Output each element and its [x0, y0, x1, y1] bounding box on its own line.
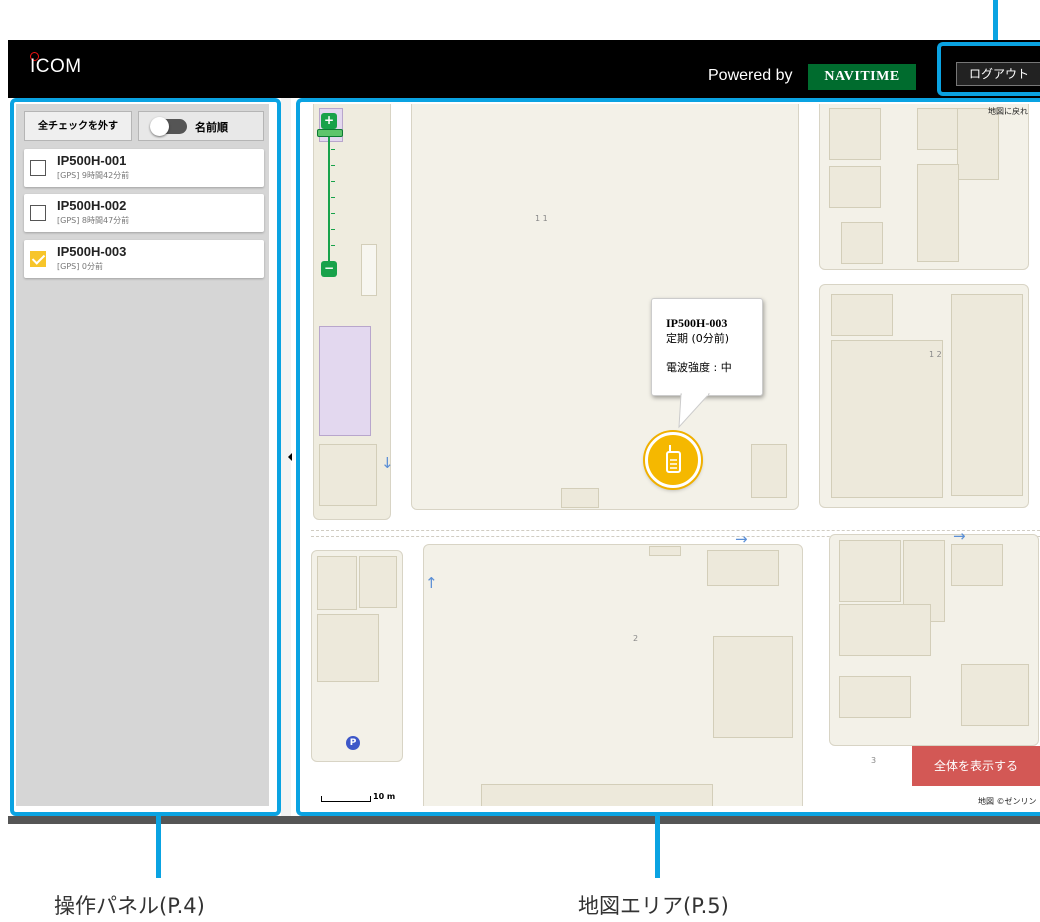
callout-line-map [655, 816, 660, 878]
caption-operation-panel: 操作パネル(P.4) [54, 894, 205, 918]
callout-line-panel [156, 816, 161, 878]
icom-logo: ICOM [30, 56, 82, 77]
app-header: ICOM Powered by NAVITIME ログアウト [8, 40, 1040, 98]
operation-panel-highlight [10, 98, 281, 816]
bottom-strip [8, 816, 1040, 824]
logout-highlight [937, 42, 1040, 96]
panel-splitter[interactable] [281, 98, 291, 824]
callout-line-logout [993, 0, 998, 44]
map-area-highlight [296, 98, 1040, 816]
powered-by-text: Powered by [708, 67, 793, 84]
caption-map-area: 地図エリア(P.5) [578, 894, 729, 918]
collapse-panel-icon[interactable] [288, 453, 292, 461]
navitime-logo: NAVITIME [808, 64, 916, 90]
